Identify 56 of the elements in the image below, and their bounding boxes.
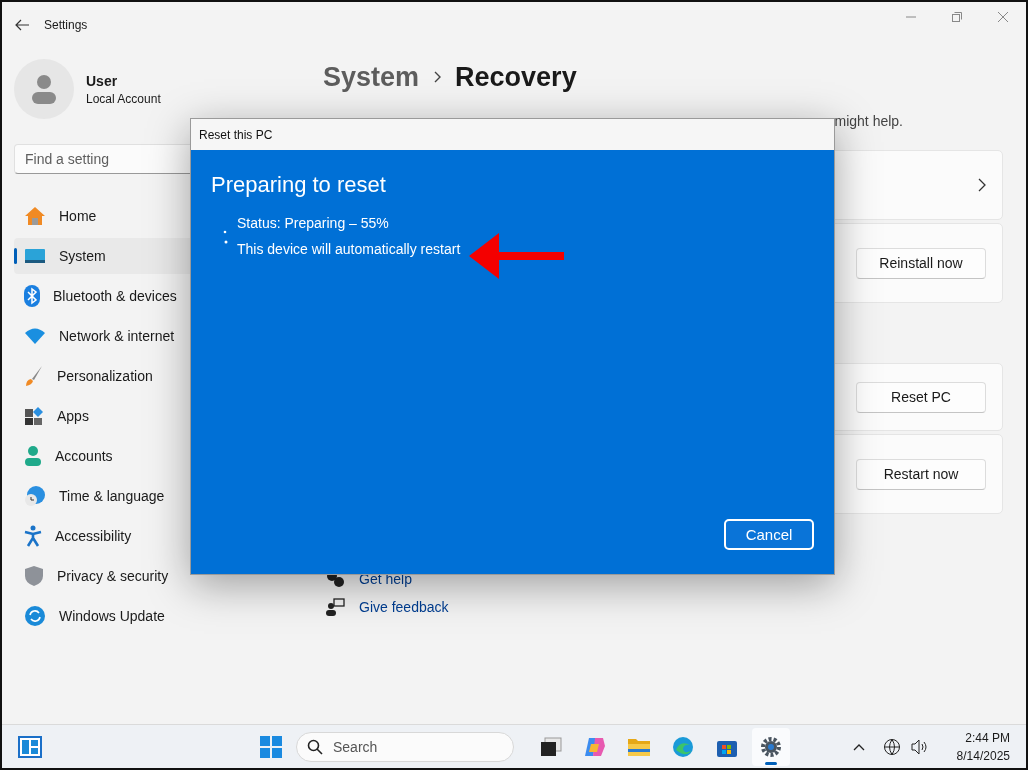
sidebar-item[interactable]: Bluetooth & devices [14,278,294,314]
account-type: Local Account [86,91,161,106]
bluetooth-icon [24,285,40,307]
accessibility-icon [24,525,42,547]
spinner-icon [223,229,228,244]
taskbar-app[interactable] [752,727,790,766]
brush-icon [24,365,44,387]
close-icon[interactable] [998,12,1008,22]
breadcrumb-item[interactable]: System [323,61,420,93]
window-title: Settings [44,17,88,32]
sidebar-item[interactable]: Privacy & security [14,558,294,594]
shield-icon [24,565,44,587]
widgets-icon[interactable] [18,735,42,758]
browser-icon [672,735,694,758]
chevron-up-icon[interactable] [852,742,865,751]
wifi-icon [24,327,46,345]
clock[interactable]: 2:44 PM 8/14/2025 [956,730,1010,763]
sidebar-item[interactable]: Personalization [14,358,294,394]
maximize-icon[interactable] [952,12,962,22]
speaker-icon[interactable] [910,738,929,755]
gear-icon [760,735,782,758]
action-button[interactable]: Reinstall now [856,247,986,279]
sidebar-item[interactable]: Accessibility [14,518,294,554]
back-icon[interactable] [14,18,30,31]
globe-clock-icon [24,485,46,507]
user-name: User [86,72,119,89]
dialog-heading: Preparing to reset [211,172,387,198]
search-icon [307,738,323,755]
breadcrumb-item: Recovery [455,61,577,93]
globe-icon[interactable] [882,737,901,756]
sidebar-item[interactable]: Windows Update [14,598,294,634]
action-button[interactable]: Restart now [856,458,986,490]
apps-icon [24,406,44,426]
description-text: might help. [834,113,903,129]
chevron-icon [433,71,442,83]
sidebar-item[interactable]: Network & internet [14,318,294,354]
update-icon [24,605,46,627]
person-icon [24,446,42,466]
feedback-icon [325,598,345,616]
home-icon [24,206,46,226]
cancel-button[interactable]: Cancel [724,519,814,550]
sidebar-item[interactable]: Apps [14,398,294,434]
status-text: Status: Preparing – 55% [237,215,390,231]
help-link[interactable]: Give feedback [359,599,449,615]
folder-icon [627,736,651,757]
avatar-icon [14,59,74,119]
sidebar-item[interactable]: Time & language [14,478,294,514]
window-stack-icon [540,736,562,757]
windows-logo-icon[interactable] [260,735,282,758]
copilot-icon [583,735,607,758]
sidebar-item[interactable]: Accounts [14,438,294,474]
action-button[interactable]: Reset PC [856,381,986,413]
dialog-title: Reset this PC [199,127,273,142]
monitor-icon [24,248,46,264]
taskbar-search[interactable]: Search [296,731,514,762]
chevron-icon [978,178,986,192]
